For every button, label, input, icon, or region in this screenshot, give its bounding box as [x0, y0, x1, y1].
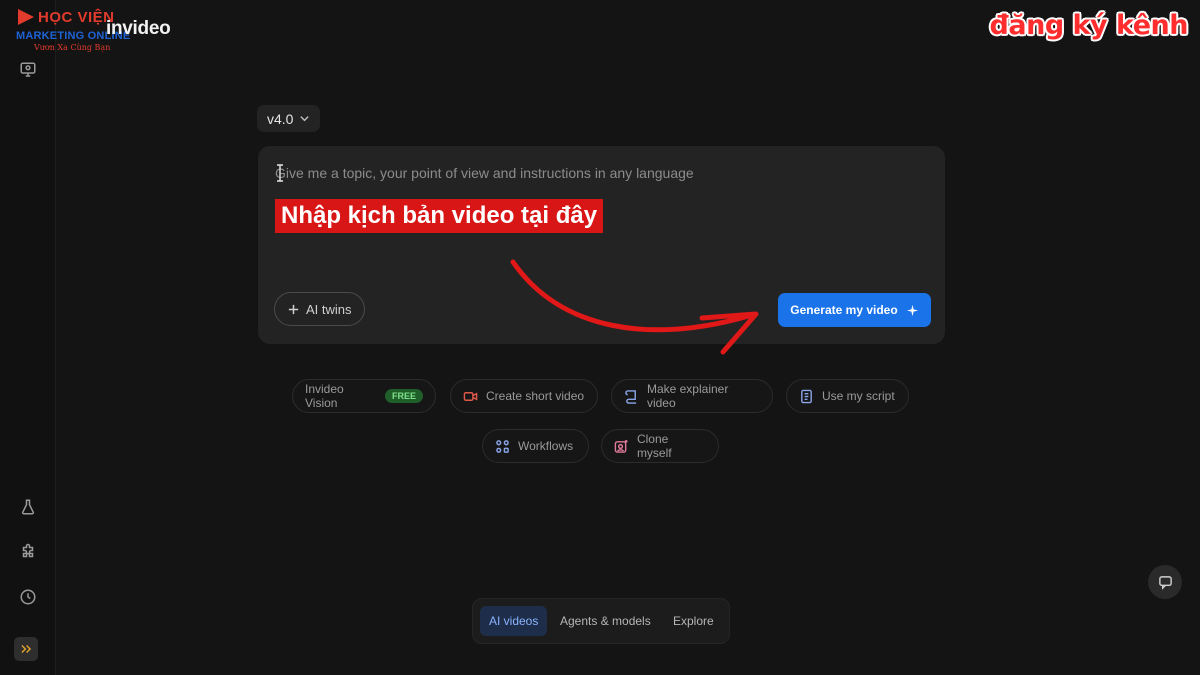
tab-agents-models[interactable]: Agents & models — [551, 606, 660, 636]
workflows-chip[interactable]: Workflows — [482, 429, 589, 463]
invideo-vision-label: Invideo Vision — [305, 382, 344, 410]
version-label: v4.0 — [267, 110, 294, 127]
play-logo-icon — [18, 9, 34, 25]
chat-support-button[interactable] — [1148, 565, 1182, 599]
generate-video-button[interactable]: Generate my video — [778, 293, 931, 327]
use-my-script-chip[interactable]: Use my script — [786, 379, 909, 413]
generate-label: Generate my video — [790, 303, 898, 317]
workflows-grid-icon — [496, 439, 509, 453]
sidebar — [0, 0, 56, 675]
create-short-video-chip[interactable]: Create short video — [450, 379, 598, 413]
invideo-logo[interactable]: invideo — [106, 18, 171, 40]
clone-user-icon — [614, 439, 628, 453]
brand-hoc-text: HỌC VIỆN — [38, 9, 115, 26]
clock-icon[interactable] — [16, 585, 40, 609]
clone-myself-chip[interactable]: Clone myself — [601, 429, 719, 463]
flask-icon[interactable] — [16, 495, 40, 519]
brand-tagline: Vươn Xa Cùng Bạn — [34, 43, 111, 52]
text-cursor-icon — [277, 164, 283, 182]
tab-explore[interactable]: Explore — [664, 606, 723, 636]
monitor-lightbulb-icon[interactable] — [16, 58, 40, 82]
expand-sidebar-button[interactable] — [14, 637, 38, 661]
prompt-input[interactable]: Give me a topic, your point of view and … — [275, 165, 694, 181]
chat-bubble-icon — [1158, 575, 1172, 590]
clone-myself-label: Clone myself — [636, 432, 672, 460]
double-chevron-right-icon — [21, 644, 32, 654]
tutorial-overlay-label: Nhập kịch bản video tại đây — [275, 199, 604, 233]
workflows-label: Workflows — [518, 439, 574, 453]
version-selector[interactable]: v4.0 — [257, 105, 321, 132]
prompt-card[interactable]: Give me a topic, your point of view and … — [258, 146, 945, 344]
brand-watermark: HỌC VIỆN MARKETING ONLINE Vươn Xa Cùng B… — [14, 6, 174, 56]
scroll-icon — [625, 389, 637, 404]
make-explainer-video-label: Make explainer video — [646, 382, 729, 410]
sparkle-icon — [906, 304, 918, 316]
ai-twins-button[interactable]: AI twins — [274, 292, 365, 326]
document-icon — [801, 389, 812, 403]
bottom-tab-bar: AI videos Agents & models Explore — [472, 598, 730, 644]
make-explainer-video-chip[interactable]: Make explainer video — [611, 379, 773, 413]
tab-ai-videos[interactable]: AI videos — [480, 606, 548, 636]
video-camera-icon — [463, 391, 478, 401]
free-badge: FREE — [384, 389, 423, 403]
ai-twins-label: AI twins — [306, 301, 352, 317]
chevron-down-icon — [300, 116, 310, 122]
subscribe-channel-badge: đăng ký kênh — [989, 10, 1189, 41]
create-short-video-label: Create short video — [486, 389, 585, 403]
puzzle-icon[interactable] — [16, 540, 40, 564]
use-my-script-label: Use my script — [822, 389, 895, 403]
invideo-vision-chip[interactable]: Invideo Vision FREE — [292, 379, 436, 413]
plus-icon — [288, 304, 299, 314]
